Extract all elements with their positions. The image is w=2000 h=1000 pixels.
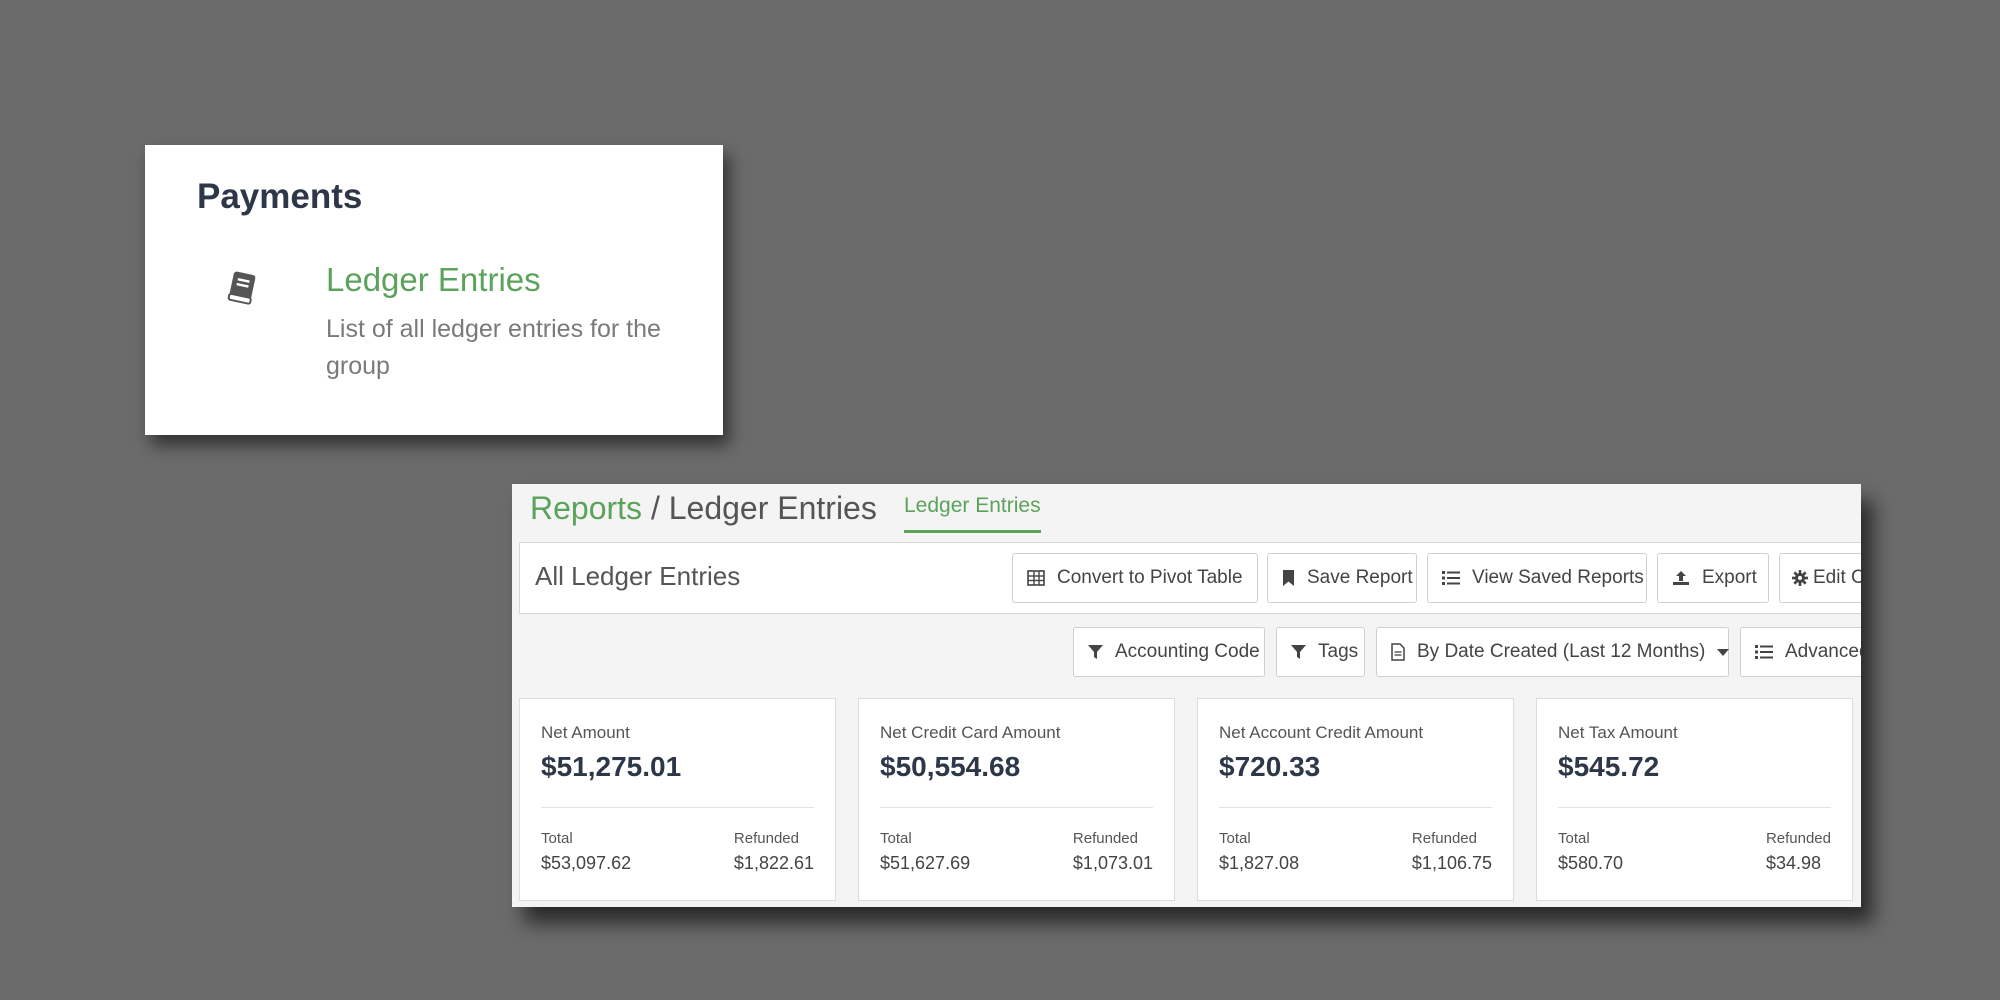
stat-total: Total $51,627.69 bbox=[880, 830, 970, 874]
view-saved-reports-label: View Saved Reports bbox=[1472, 567, 1644, 588]
tags-label: Tags bbox=[1318, 641, 1359, 662]
edit-columns-label: Edit Columns bbox=[1813, 567, 1861, 588]
divider bbox=[880, 807, 1153, 808]
breadcrumb: Reports / Ledger Entries bbox=[530, 490, 877, 527]
stat-label: Net Account Credit Amount bbox=[1219, 723, 1424, 742]
breadcrumb-reports-link[interactable]: Reports bbox=[530, 490, 642, 526]
view-saved-reports-button[interactable]: View Saved Reports bbox=[1427, 553, 1647, 603]
save-report-label: Save Report bbox=[1307, 567, 1413, 588]
stat-value: $545.72 bbox=[1558, 751, 1660, 782]
tab-ledger-entries[interactable]: Ledger Entries bbox=[904, 494, 1041, 533]
divider bbox=[541, 807, 814, 808]
book-icon bbox=[227, 271, 256, 305]
stat-card-net-credit-card-amount: Net Credit Card Amount $50,554.68 Total … bbox=[858, 698, 1175, 901]
total-value: $1,827.08 bbox=[1219, 853, 1300, 873]
stat-refunded: Refunded $1,106.75 bbox=[1412, 830, 1492, 874]
refunded-label: Refunded bbox=[1411, 830, 1477, 847]
payments-card: Payments Ledger Entries List of all ledg… bbox=[145, 145, 723, 435]
refunded-label: Refunded bbox=[1765, 830, 1831, 847]
stat-label: Net Credit Card Amount bbox=[880, 723, 1061, 742]
refunded-value: $34.98 bbox=[1765, 853, 1821, 873]
breadcrumb-separator: / bbox=[650, 490, 660, 526]
ledger-entries-link-title[interactable]: Ledger Entries bbox=[326, 261, 541, 299]
stat-value: $720.33 bbox=[1219, 751, 1321, 782]
refunded-value: $1,073.01 bbox=[1072, 853, 1153, 873]
stat-total: Total $1,827.08 bbox=[1219, 830, 1299, 874]
report-title: All Ledger Entries bbox=[535, 561, 741, 591]
total-value: $53,097.62 bbox=[541, 853, 632, 873]
bookmark-icon bbox=[1283, 570, 1294, 586]
gear-icon bbox=[1792, 570, 1808, 586]
refunded-value: $1,106.75 bbox=[1411, 853, 1492, 873]
stat-refunded: Refunded $1,073.01 bbox=[1073, 830, 1153, 874]
total-label: Total bbox=[541, 830, 573, 847]
total-label: Total bbox=[1558, 830, 1590, 847]
upload-icon bbox=[1673, 571, 1689, 585]
payments-title: Payments bbox=[197, 177, 363, 216]
date-range-dropdown[interactable]: By Date Created (Last 12 Months) bbox=[1376, 627, 1730, 677]
total-label: Total bbox=[1219, 830, 1251, 847]
stat-card-net-amount: Net Amount $51,275.01 Total $53,097.62 R… bbox=[519, 698, 836, 901]
advanced-label: Advanced bbox=[1785, 641, 1861, 662]
chevron-down-icon bbox=[1717, 648, 1730, 656]
stat-card-net-tax-amount: Net Tax Amount $545.72 Total $580.70 Ref… bbox=[1536, 698, 1853, 901]
save-report-button[interactable]: Save Report bbox=[1267, 553, 1417, 603]
export-button[interactable]: Export bbox=[1657, 553, 1769, 603]
filter-icon bbox=[1291, 645, 1306, 659]
list-icon bbox=[1442, 571, 1460, 585]
stat-refunded: Refunded $34.98 bbox=[1766, 830, 1831, 874]
refunded-value: $1,822.61 bbox=[733, 853, 814, 873]
table-icon bbox=[1027, 570, 1045, 586]
edit-columns-button[interactable]: Edit Columns bbox=[1779, 553, 1861, 603]
stat-label: Net Tax Amount bbox=[1558, 723, 1678, 742]
document-icon bbox=[1391, 643, 1405, 661]
tags-filter-button[interactable]: Tags bbox=[1276, 627, 1365, 677]
filter-icon bbox=[1088, 645, 1103, 659]
list-icon bbox=[1755, 645, 1773, 659]
total-value: $51,627.69 bbox=[880, 853, 971, 873]
convert-to-pivot-button[interactable]: Convert to Pivot Table bbox=[1012, 553, 1258, 603]
stat-value: $50,554.68 bbox=[880, 751, 1021, 782]
total-label: Total bbox=[880, 830, 912, 847]
refunded-label: Refunded bbox=[1072, 830, 1138, 847]
date-range-label: By Date Created (Last 12 Months) bbox=[1417, 641, 1706, 662]
advanced-filter-button[interactable]: Advanced bbox=[1740, 627, 1861, 677]
convert-to-pivot-label: Convert to Pivot Table bbox=[1057, 567, 1243, 588]
divider bbox=[1558, 807, 1831, 808]
breadcrumb-current: Ledger Entries bbox=[668, 490, 877, 526]
export-label: Export bbox=[1702, 567, 1757, 588]
stat-total: Total $53,097.62 bbox=[541, 830, 631, 874]
report-toolbar: All Ledger Entries Convert to Pivot Tabl… bbox=[519, 542, 1861, 614]
stat-value: $51,275.01 bbox=[541, 751, 682, 782]
reports-panel: Reports / Ledger Entries Ledger Entries … bbox=[512, 484, 1861, 907]
accounting-code-filter-button[interactable]: Accounting Code bbox=[1073, 627, 1265, 677]
ledger-entries-description: List of all ledger entries for the group bbox=[326, 315, 661, 380]
total-value: $580.70 bbox=[1558, 853, 1624, 873]
stat-refunded: Refunded $1,822.61 bbox=[734, 830, 814, 874]
stat-total: Total $580.70 bbox=[1558, 830, 1623, 874]
stat-label: Net Amount bbox=[541, 723, 630, 742]
refunded-label: Refunded bbox=[733, 830, 799, 847]
stat-card-net-account-credit-amount: Net Account Credit Amount $720.33 Total … bbox=[1197, 698, 1514, 901]
accounting-code-label: Accounting Code bbox=[1115, 641, 1260, 662]
divider bbox=[1219, 807, 1492, 808]
